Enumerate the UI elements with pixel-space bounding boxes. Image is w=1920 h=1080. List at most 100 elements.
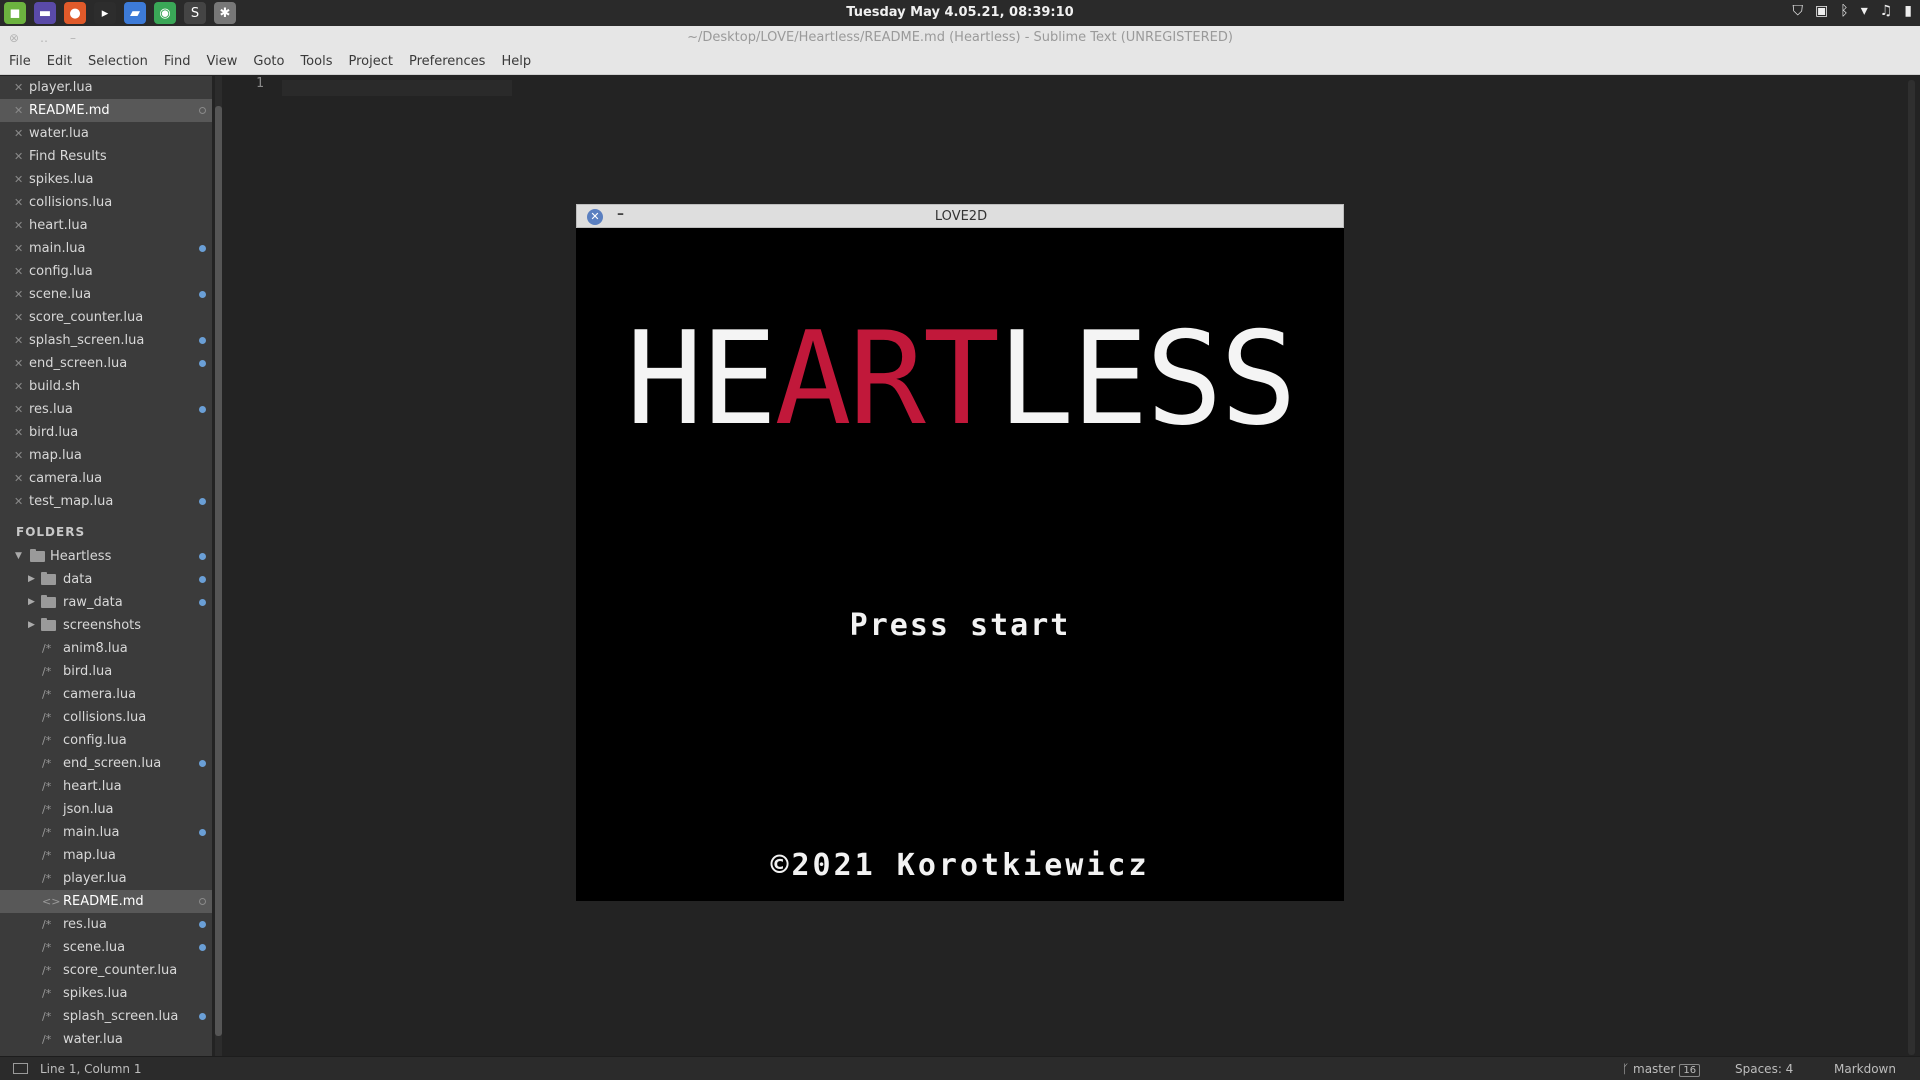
tree-item[interactable]: /* bird.lua bbox=[0, 660, 212, 683]
editor-scrollbar[interactable] bbox=[1908, 80, 1915, 1055]
open-file-item[interactable]: ✕ player.lua bbox=[0, 76, 212, 99]
open-file-item[interactable]: ✕ end_screen.lua bbox=[0, 352, 212, 375]
menu-help[interactable]: Help bbox=[493, 50, 539, 69]
open-file-item[interactable]: ✕ camera.lua bbox=[0, 467, 212, 490]
tree-item-label: Heartless bbox=[50, 549, 112, 564]
open-file-item[interactable]: ✕ Find Results bbox=[0, 145, 212, 168]
open-file-item[interactable]: ✕ build.sh bbox=[0, 375, 212, 398]
open-file-item[interactable]: ✕ spikes.lua bbox=[0, 168, 212, 191]
tree-item[interactable]: ▼ Heartless bbox=[0, 545, 212, 568]
sidebar-scrollbar-thumb[interactable] bbox=[215, 106, 222, 1036]
tree-item[interactable]: /* collisions.lua bbox=[0, 706, 212, 729]
indentation-setting[interactable]: Spaces: 4 bbox=[1735, 1062, 1793, 1076]
close-file-icon[interactable]: ✕ bbox=[14, 76, 23, 99]
game-window[interactable]: ✕ – LOVE2D HEARTLESS Press start ©2021 K… bbox=[576, 204, 1344, 901]
close-file-icon[interactable]: ✕ bbox=[14, 122, 23, 145]
tree-item[interactable]: /* main.lua bbox=[0, 821, 212, 844]
close-file-icon[interactable]: ✕ bbox=[14, 168, 23, 191]
menu-goto[interactable]: Goto bbox=[245, 50, 292, 69]
tree-item[interactable]: /* config.lua bbox=[0, 729, 212, 752]
close-file-icon[interactable]: ✕ bbox=[14, 398, 23, 421]
tree-item[interactable]: /* map.lua bbox=[0, 844, 212, 867]
tree-item[interactable]: /* water.lua bbox=[0, 1028, 212, 1051]
chevron-down-icon[interactable]: ▼ bbox=[15, 545, 22, 568]
tree-item[interactable]: <> README.md bbox=[0, 890, 212, 913]
close-file-icon[interactable]: ✕ bbox=[14, 214, 23, 237]
close-file-icon[interactable]: ✕ bbox=[14, 260, 23, 283]
tree-item[interactable]: /* camera.lua bbox=[0, 683, 212, 706]
menu-project[interactable]: Project bbox=[340, 50, 400, 69]
menu-find[interactable]: Find bbox=[156, 50, 199, 69]
chevron-right-icon[interactable]: ▶ bbox=[28, 614, 35, 637]
open-file-item[interactable]: ✕ score_counter.lua bbox=[0, 306, 212, 329]
tree-item[interactable]: ▶ screenshots bbox=[0, 614, 212, 637]
close-file-icon[interactable]: ✕ bbox=[14, 375, 23, 398]
open-file-item[interactable]: ✕ bird.lua bbox=[0, 421, 212, 444]
open-file-item[interactable]: ✕ heart.lua bbox=[0, 214, 212, 237]
tree-item[interactable]: /* player.lua bbox=[0, 867, 212, 890]
clock: Tuesday May 4.05.21, 08:39:10 bbox=[846, 5, 1074, 20]
menu-selection[interactable]: Selection bbox=[80, 50, 156, 69]
open-file-item[interactable]: ✕ main.lua bbox=[0, 237, 212, 260]
close-file-icon[interactable]: ✕ bbox=[14, 467, 23, 490]
shield-icon[interactable]: ⛉ bbox=[1793, 3, 1804, 19]
close-file-icon[interactable]: ✕ bbox=[14, 490, 23, 513]
close-file-icon[interactable]: ✕ bbox=[14, 329, 23, 352]
open-file-label: scene.lua bbox=[29, 287, 92, 302]
menu-file[interactable]: File bbox=[0, 50, 39, 69]
tree-item[interactable]: /* splash_screen.lua bbox=[0, 1005, 212, 1028]
tree-item[interactable]: /* json.lua bbox=[0, 798, 212, 821]
close-file-icon[interactable]: ✕ bbox=[14, 99, 23, 122]
wifi-icon[interactable]: ▾ bbox=[1861, 3, 1868, 19]
close-file-icon[interactable]: ✕ bbox=[14, 283, 23, 306]
open-file-item[interactable]: ✕ water.lua bbox=[0, 122, 212, 145]
battery-icon[interactable]: ▮ bbox=[1904, 3, 1912, 19]
tree-item[interactable]: /* anim8.lua bbox=[0, 637, 212, 660]
open-file-item[interactable]: ✕ splash_screen.lua bbox=[0, 329, 212, 352]
open-file-item[interactable]: ✕ scene.lua bbox=[0, 283, 212, 306]
copyright-text: ©2021 Korotkiewicz bbox=[770, 848, 1150, 883]
menu-tools[interactable]: Tools bbox=[292, 50, 340, 69]
tree-item[interactable]: /* score_counter.lua bbox=[0, 959, 212, 982]
open-file-item[interactable]: ✕ res.lua bbox=[0, 398, 212, 421]
open-file-label: main.lua bbox=[29, 241, 86, 256]
close-file-icon[interactable]: ✕ bbox=[14, 145, 23, 168]
tree-item[interactable]: ▶ data bbox=[0, 568, 212, 591]
tree-item[interactable]: /* heart.lua bbox=[0, 775, 212, 798]
close-file-icon[interactable]: ✕ bbox=[14, 421, 23, 444]
logo-letter: H bbox=[626, 305, 704, 454]
sidebar-scrollbar[interactable] bbox=[215, 76, 222, 1056]
close-file-icon[interactable]: ✕ bbox=[14, 352, 23, 375]
open-file-item[interactable]: ✕ README.md bbox=[0, 99, 212, 122]
git-branch[interactable]: ᚴ master 16 bbox=[1622, 1062, 1701, 1077]
close-file-icon[interactable]: ✕ bbox=[14, 444, 23, 467]
menu-preferences[interactable]: Preferences bbox=[401, 50, 493, 69]
sound-icon[interactable]: ♫ bbox=[1880, 3, 1893, 19]
close-file-icon[interactable]: ✕ bbox=[14, 191, 23, 214]
menu-view[interactable]: View bbox=[199, 50, 246, 69]
folder-icon bbox=[41, 618, 56, 631]
bluetooth-icon[interactable]: ᛒ bbox=[1840, 3, 1848, 19]
tree-item[interactable]: /* spikes.lua bbox=[0, 982, 212, 1005]
markdown-file-icon: <> bbox=[42, 895, 61, 908]
tree-item[interactable]: ▶ raw_data bbox=[0, 591, 212, 614]
close-file-icon[interactable]: ✕ bbox=[14, 306, 23, 329]
display-icon[interactable]: ▣ bbox=[1815, 3, 1828, 19]
logo-letter: E bbox=[1071, 305, 1149, 454]
folder-icon bbox=[41, 572, 56, 585]
chevron-right-icon[interactable]: ▶ bbox=[28, 568, 35, 591]
chevron-right-icon[interactable]: ▶ bbox=[28, 591, 35, 614]
open-file-item[interactable]: ✕ config.lua bbox=[0, 260, 212, 283]
tree-item[interactable]: /* res.lua bbox=[0, 913, 212, 936]
panel-toggle-icon[interactable] bbox=[13, 1063, 28, 1074]
tree-item[interactable]: /* end_screen.lua bbox=[0, 752, 212, 775]
open-file-item[interactable]: ✕ test_map.lua bbox=[0, 490, 212, 513]
open-file-item[interactable]: ✕ map.lua bbox=[0, 444, 212, 467]
close-file-icon[interactable]: ✕ bbox=[14, 237, 23, 260]
menu-edit[interactable]: Edit bbox=[39, 50, 80, 69]
syntax-selector[interactable]: Markdown bbox=[1834, 1062, 1896, 1076]
open-file-item[interactable]: ✕ collisions.lua bbox=[0, 191, 212, 214]
tree-item[interactable]: /* scene.lua bbox=[0, 936, 212, 959]
open-file-label: score_counter.lua bbox=[29, 310, 144, 325]
file-icon: /* bbox=[42, 757, 52, 770]
